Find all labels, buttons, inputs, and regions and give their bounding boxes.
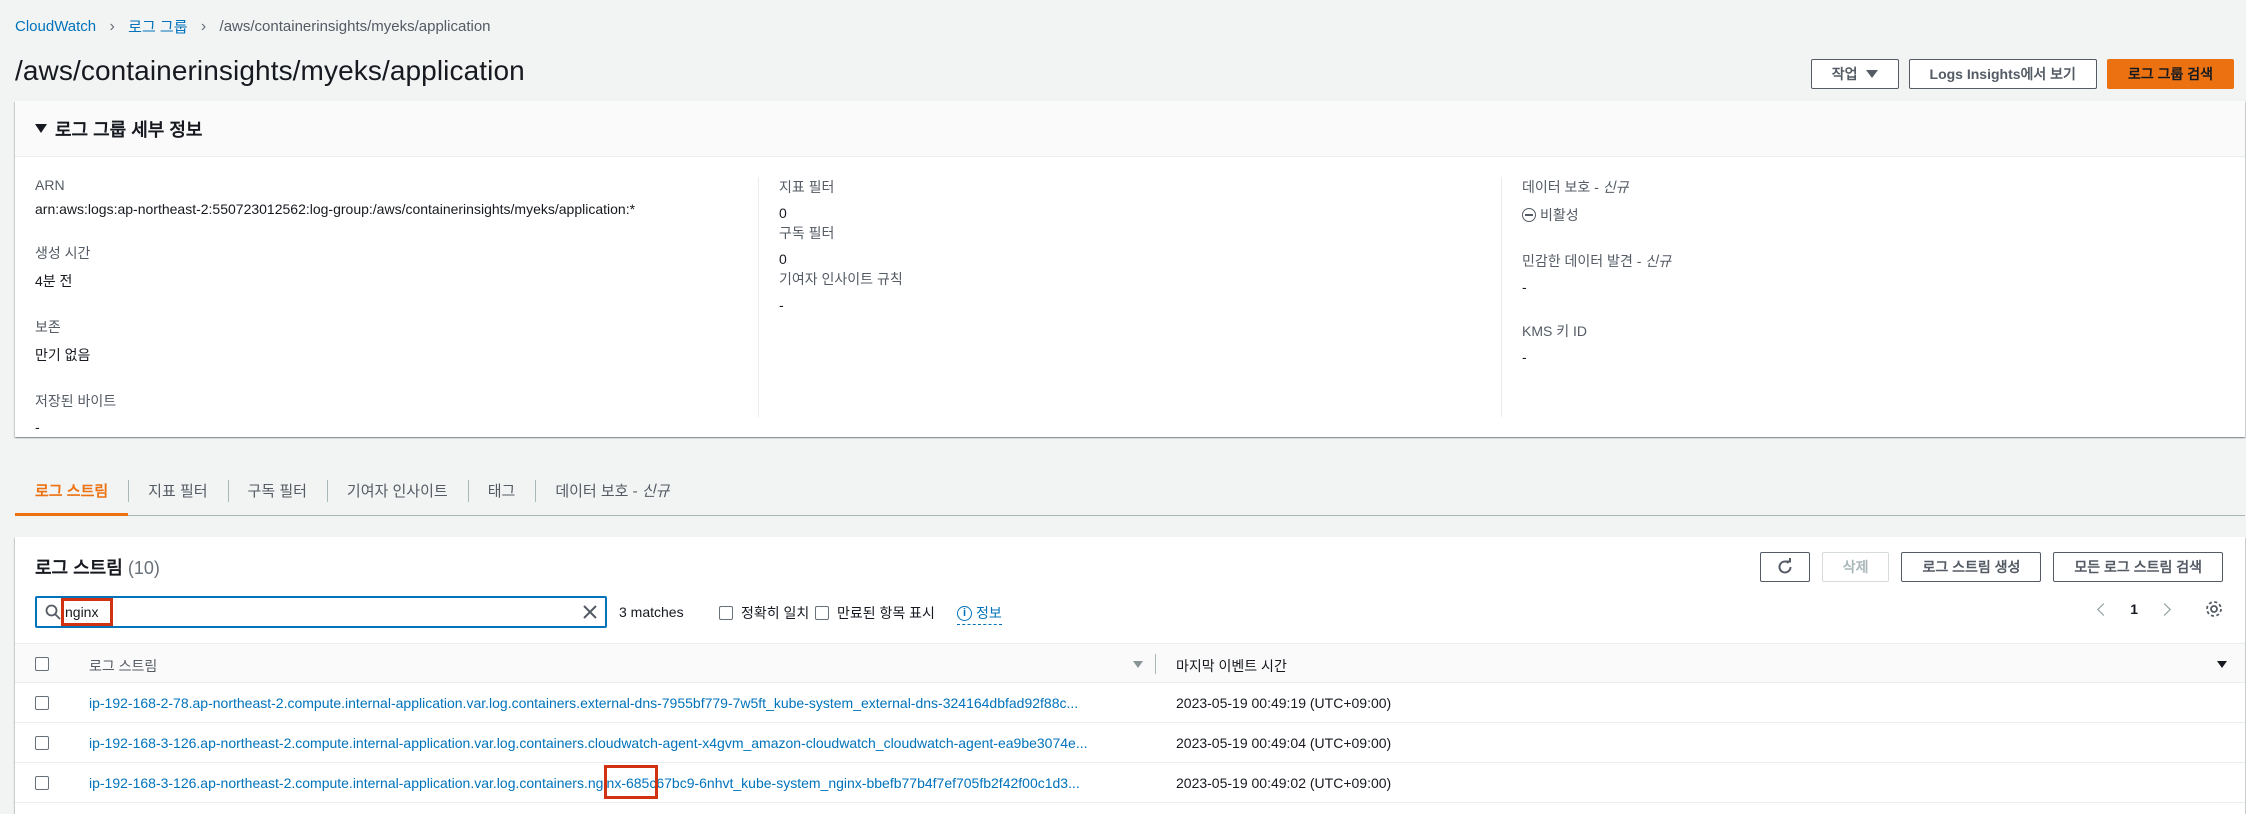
caret-down-icon: [1865, 70, 1878, 78]
search-log-group-button[interactable]: 로그 그룹 검색: [2106, 59, 2234, 89]
row-checkbox[interactable]: [35, 696, 49, 710]
last-event-time: 2023-05-19 00:49:02 (UTC+09:00): [1176, 775, 1392, 791]
tab-log-streams[interactable]: 로그 스트림: [15, 466, 129, 516]
chevron-right-icon: ›: [109, 17, 115, 35]
annotation-box: [61, 598, 113, 626]
actions-dropdown-button[interactable]: 작업: [1810, 59, 1899, 89]
details-column-1: ARN arn:aws:logs:ap-northeast-2:55072301…: [35, 177, 635, 461]
tab-contributor-insights[interactable]: 기여자 인사이트: [326, 466, 468, 514]
actions-label: 작업: [1831, 66, 1858, 82]
logs-insights-button[interactable]: Logs Insights에서 보기: [1908, 59, 2097, 89]
arn-label: ARN: [35, 177, 65, 193]
metric-filter-label: 지표 필터: [779, 179, 835, 195]
breadcrumb-cloudwatch[interactable]: CloudWatch: [15, 18, 96, 35]
retention-label: 보존: [35, 319, 61, 335]
data-protection-label: 데이터 보호 - 신규: [1522, 179, 1629, 195]
details-column-2: 지표 필터 0 구독 필터 0 기여자 인사이트 규칙 -: [758, 177, 903, 417]
log-stream-link[interactable]: ip-192-168-3-126.ap-northeast-2.compute.…: [89, 735, 1139, 751]
subscription-filter-label: 구독 필터: [779, 225, 835, 241]
details-header[interactable]: 로그 그룹 세부 정보: [15, 101, 2245, 157]
kms-key-value: -: [1522, 349, 1527, 365]
log-group-details-panel: 로그 그룹 세부 정보 ARN arn:aws:logs:ap-northeas…: [15, 101, 2245, 437]
tab-data-protection[interactable]: 데이터 보호 - 신규: [535, 466, 689, 514]
pagination: 1: [2097, 600, 2223, 618]
info-link[interactable]: i 정보: [957, 603, 1002, 625]
log-streams-count: (10): [127, 558, 160, 578]
log-stream-search[interactable]: [35, 596, 607, 628]
log-streams-panel: 로그 스트림 (10) 삭제 로그 스트림 생성 모든 로그 스트림 검색 3 …: [15, 537, 2245, 814]
current-page[interactable]: 1: [2130, 601, 2138, 617]
gear-icon[interactable]: [2205, 600, 2223, 618]
log-streams-heading: 로그 스트림 (10): [35, 558, 160, 578]
column-divider[interactable]: [1155, 654, 1156, 674]
tab-subscription-filters[interactable]: 구독 필터: [227, 466, 327, 514]
breadcrumb: CloudWatch › 로그 그룹 › /aws/containerinsig…: [15, 16, 491, 37]
subscription-filter-value: 0: [779, 251, 787, 267]
chevron-right-icon: ›: [200, 17, 207, 35]
retention-value: 만기 없음: [35, 347, 91, 363]
table-header: 로그 스트림 마지막 이벤트 시간: [15, 643, 2245, 683]
refresh-button[interactable]: [1759, 552, 1810, 582]
kms-key-label: KMS 키 ID: [1522, 323, 1587, 339]
last-event-time: 2023-05-19 00:49:19 (UTC+09:00): [1176, 695, 1392, 711]
column-last-event-time[interactable]: 마지막 이벤트 시간: [1176, 656, 1287, 676]
stored-bytes-label: 저장된 바이트: [35, 393, 117, 409]
chevron-right-icon[interactable]: [2158, 602, 2171, 616]
stored-bytes-value: -: [35, 419, 40, 435]
search-icon: [45, 604, 61, 620]
contributor-rules-value: -: [779, 297, 784, 313]
expand-caret-icon: [35, 124, 47, 133]
column-log-stream[interactable]: 로그 스트림: [89, 656, 157, 676]
contributor-rules-label: 기여자 인사이트 규칙: [779, 271, 903, 287]
annotation-box: [604, 765, 658, 799]
header-actions: 작업 Logs Insights에서 보기 로그 그룹 검색: [1810, 59, 2234, 89]
details-heading: 로그 그룹 세부 정보: [55, 119, 203, 140]
sensitive-data-value: -: [1522, 279, 1527, 295]
exact-match-checkbox[interactable]: 정확히 일치: [719, 603, 809, 623]
select-all-checkbox[interactable]: [35, 657, 49, 671]
tab-tags[interactable]: 태그: [467, 466, 536, 514]
info-icon: i: [957, 605, 972, 621]
refresh-icon: [1778, 558, 1792, 574]
show-expired-checkbox[interactable]: 만료된 항목 표시: [815, 603, 935, 623]
sort-icon[interactable]: [1133, 661, 1143, 668]
search-input[interactable]: [65, 600, 565, 624]
checkbox[interactable]: [719, 606, 733, 620]
row-checkbox[interactable]: [35, 776, 49, 790]
chevron-left-icon[interactable]: [2097, 602, 2111, 616]
search-all-log-streams-button[interactable]: 모든 로그 스트림 검색: [2053, 552, 2223, 582]
sensitive-data-label: 민감한 데이터 발견 - 신규: [1522, 253, 1672, 269]
breadcrumb-log-groups[interactable]: 로그 그룹: [128, 16, 187, 37]
page-title: /aws/containerinsights/myeks/application: [15, 55, 525, 86]
inactive-icon: [1522, 208, 1536, 222]
tab-metric-filters[interactable]: 지표 필터: [128, 466, 227, 514]
tab-bar: 로그 스트림 지표 필터 구독 필터 기여자 인사이트 태그 데이터 보호 - …: [15, 466, 2245, 516]
metric-filter-value: 0: [779, 205, 787, 221]
checkbox[interactable]: [815, 606, 829, 620]
last-event-time: 2023-05-19 00:49:04 (UTC+09:00): [1176, 735, 1392, 751]
created-label: 생성 시간: [35, 245, 91, 261]
breadcrumb-current: /aws/containerinsights/myeks/application: [219, 18, 491, 35]
sort-icon[interactable]: [2217, 661, 2227, 668]
delete-button[interactable]: 삭제: [1821, 552, 1890, 582]
arn-value: arn:aws:logs:ap-northeast-2:550723012562…: [35, 201, 636, 217]
log-stream-link[interactable]: ip-192-168-2-78.ap-northeast-2.compute.i…: [89, 695, 1139, 711]
log-streams-table: 로그 스트림 마지막 이벤트 시간 ip-192-168-2-78.ap-nor…: [15, 643, 2245, 803]
details-column-3: 데이터 보호 - 신규 비활성 민감한 데이터 발견 - 신규 - KMS 키 …: [1501, 177, 1671, 417]
log-streams-actions: 삭제 로그 스트림 생성 모든 로그 스트림 검색: [1759, 552, 2223, 582]
clear-icon[interactable]: [581, 603, 599, 621]
table-row: ip-192-168-2-78.ap-northeast-2.compute.i…: [15, 683, 2245, 723]
created-value: 4분 전: [35, 273, 73, 289]
match-count: 3 matches: [619, 604, 684, 620]
row-checkbox[interactable]: [35, 736, 49, 750]
table-row: ip-192-168-3-126.ap-northeast-2.compute.…: [15, 763, 2245, 803]
data-protection-value: 비활성: [1522, 205, 1671, 225]
table-row: ip-192-168-3-126.ap-northeast-2.compute.…: [15, 723, 2245, 763]
create-log-stream-button[interactable]: 로그 스트림 생성: [1901, 552, 2042, 582]
